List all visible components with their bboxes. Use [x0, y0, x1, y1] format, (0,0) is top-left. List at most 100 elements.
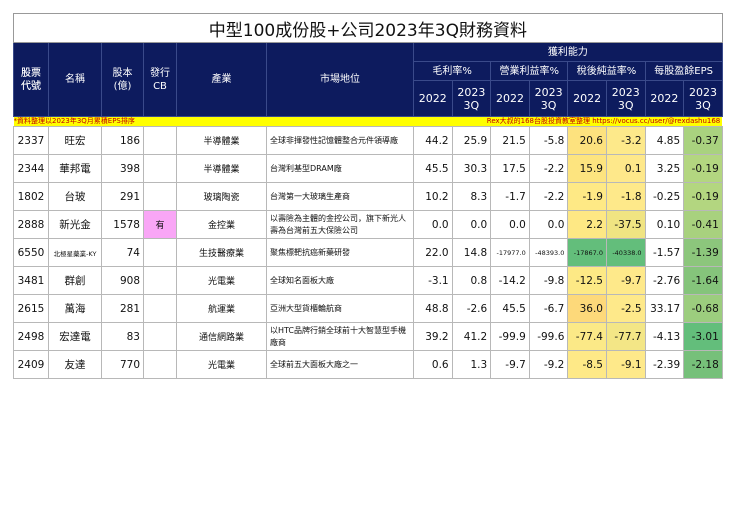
metric-value: 45.5 — [490, 294, 530, 323]
metric-value: 0.0 — [413, 210, 453, 239]
capital: 398 — [101, 154, 144, 183]
metric-value: -5.8 — [528, 126, 569, 155]
metric-value: 10.2 — [413, 182, 453, 211]
stock-code: 2409 — [13, 350, 49, 379]
cb-status — [143, 322, 177, 351]
year-2022: 2022 — [644, 80, 685, 117]
market-position: 台灣第一大玻璃生產商 — [266, 182, 414, 211]
metric-value: 0.8 — [451, 266, 492, 295]
capital: 74 — [101, 238, 144, 267]
year-2023-3q: 2023 3Q — [605, 80, 646, 117]
metric-value: -48393.0 — [528, 238, 569, 267]
metric-value: 45.5 — [413, 154, 453, 183]
table-row: 3481 群創 908 光電業 全球知名面板大廠 -3.1 0.8 -14.2 -9.8 -12.… — [13, 266, 723, 295]
metric-value: 4.85 — [644, 126, 685, 155]
metric-value: -3.2 — [605, 126, 646, 155]
stock-name: 北極星藥業-KY — [48, 238, 102, 267]
metric-value: -9.7 — [490, 350, 530, 379]
metric-value: -8.5 — [567, 350, 607, 379]
metric-value: 15.9 — [567, 154, 607, 183]
year-2023-3q: 2023 3Q — [528, 80, 569, 117]
market-position: 全球非揮發性記憶體整合元件領導廠 — [266, 126, 414, 155]
metric-value: -2.6 — [451, 294, 492, 323]
stock-name: 宏達電 — [48, 322, 102, 351]
metric-value: 0.6 — [413, 350, 453, 379]
table-row: 2337 旺宏 186 半導體業 全球非揮發性記憶體整合元件領導廠 44.2 25.9 21.… — [13, 126, 723, 155]
industry: 金控業 — [176, 210, 267, 239]
industry: 光電業 — [176, 350, 267, 379]
metric-value: -77.4 — [567, 322, 607, 351]
capital: 908 — [101, 266, 144, 295]
metric-value: -6.7 — [528, 294, 569, 323]
stock-code: 2615 — [13, 294, 49, 323]
header-net-margin: 稅後純益率% — [567, 61, 646, 81]
metric-value: 2.2 — [567, 210, 607, 239]
header-capital: 股本 (億) — [101, 42, 144, 117]
header-cb: 發行 CB — [143, 42, 177, 117]
stock-code: 6550 — [13, 238, 49, 267]
market-position: 台灣利基型DRAM廠 — [266, 154, 414, 183]
metric-value: -14.2 — [490, 266, 530, 295]
financial-table: 中型100成份股+公司2023年3Q財務資料 股票代號 股票 代號 名稱 股本 (億… — [13, 13, 723, 379]
cb-status — [143, 154, 177, 183]
market-position: 亞洲大型貨櫃輪航商 — [266, 294, 414, 323]
metric-value: -4.13 — [644, 322, 685, 351]
metric-value: 0.1 — [605, 154, 646, 183]
metric-value: 30.3 — [451, 154, 492, 183]
stock-name: 華邦電 — [48, 154, 102, 183]
metric-value: -1.64 — [683, 266, 723, 295]
metric-value: 36.0 — [567, 294, 607, 323]
metric-value: -0.19 — [683, 182, 723, 211]
market-position: 以HTC品牌行銷全球前十大智慧型手機廠商 — [266, 322, 414, 351]
industry: 玻璃陶瓷 — [176, 182, 267, 211]
metric-value: -17977.0 — [490, 238, 530, 267]
metric-value: 0.0 — [528, 210, 569, 239]
capital: 186 — [101, 126, 144, 155]
metric-value: 0.0 — [451, 210, 492, 239]
metric-value: -2.2 — [528, 154, 569, 183]
metric-value: 33.17 — [644, 294, 685, 323]
stock-name: 群創 — [48, 266, 102, 295]
metric-value: -9.2 — [528, 350, 569, 379]
metric-value: 39.2 — [413, 322, 453, 351]
metric-value: 0.0 — [490, 210, 530, 239]
header-code: 股票代號 股票 代號 — [13, 42, 49, 117]
header-code-lines: 股票 代號 — [21, 67, 41, 92]
header-profitability: 獲利能力 — [413, 42, 723, 62]
table-row: 6550 北極星藥業-KY 74 生技醫療業 聚焦標靶抗癌新藥研發 22.0 14.8 -17… — [13, 238, 723, 267]
sort-note: *資料整理以2023年3Q月累積EPS排序 — [13, 116, 414, 127]
stock-name: 台玻 — [48, 182, 102, 211]
market-position: 聚焦標靶抗癌新藥研發 — [266, 238, 414, 267]
stock-code: 2888 — [13, 210, 49, 239]
cb-status — [143, 182, 177, 211]
cb-status — [143, 126, 177, 155]
table-row: 2409 友達 770 光電業 全球前五大面板大廠之一 0.6 1.3 -9.7 -9.2 -8.… — [13, 350, 723, 379]
metric-value: -99.6 — [528, 322, 569, 351]
capital: 291 — [101, 182, 144, 211]
metric-value: 3.25 — [644, 154, 685, 183]
metric-value: -1.8 — [605, 182, 646, 211]
header-name: 名稱 — [48, 42, 102, 117]
stock-name: 萬海 — [48, 294, 102, 323]
stock-code: 3481 — [13, 266, 49, 295]
stock-code: 2498 — [13, 322, 49, 351]
industry: 半導體業 — [176, 154, 267, 183]
metric-value: 1.3 — [451, 350, 492, 379]
metric-value: 22.0 — [413, 238, 453, 267]
metric-value: -2.76 — [644, 266, 685, 295]
table-row: 2615 萬海 281 航運業 亞洲大型貨櫃輪航商 48.8 -2.6 45.5 -6.7 36.… — [13, 294, 723, 323]
metric-value: 20.6 — [567, 126, 607, 155]
market-position: 以壽險為主體的金控公司，旗下新光人壽為台灣前五大保險公司 — [266, 210, 414, 239]
metric-value: -12.5 — [567, 266, 607, 295]
metric-value: -2.2 — [528, 182, 569, 211]
table-row: 2888 新光金 1578 有金控業 以壽險為主體的金控公司，旗下新光人壽為台灣前五大保… — [13, 210, 723, 239]
metric-value: -17867.0 — [567, 238, 607, 267]
metric-value: 21.5 — [490, 126, 530, 155]
metric-value: -9.8 — [528, 266, 569, 295]
cb-status: 有 — [143, 210, 177, 239]
metric-value: -1.7 — [490, 182, 530, 211]
metric-value: -0.19 — [683, 154, 723, 183]
source-note: Rex大叔的168台股投資教室整理 https://vocus.cc/user/… — [413, 116, 723, 127]
metric-value: -9.1 — [605, 350, 646, 379]
cb-status — [143, 266, 177, 295]
